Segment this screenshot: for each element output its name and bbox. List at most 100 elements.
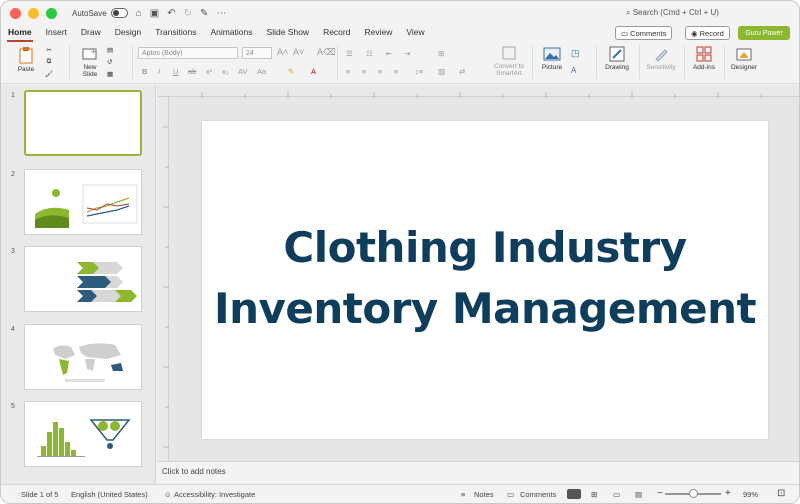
tab-transitions[interactable]: Transitions — [148, 25, 203, 43]
text-align-icon[interactable]: ⊞ — [438, 49, 444, 58]
undo-icon[interactable]: ↶ — [167, 8, 175, 19]
format-painter-icon[interactable]: ✎ — [200, 8, 208, 19]
copy-icon[interactable]: ⧉ — [43, 58, 55, 66]
new-slide-button[interactable]: + New Slide — [77, 46, 103, 78]
italic-icon[interactable]: I — [158, 67, 160, 76]
slide-4-preview — [53, 343, 123, 382]
zoom-in-icon[interactable]: + — [725, 488, 731, 499]
accessibility-label[interactable]: Accessibility: Investigate — [174, 490, 255, 499]
slideshow-icon[interactable]: ▤ — [635, 490, 642, 499]
autosave-toggle[interactable] — [110, 8, 128, 18]
tab-review[interactable]: Review — [357, 25, 399, 43]
decrease-font-icon[interactable]: A˅ — [293, 47, 304, 57]
thumbnail-slide-5[interactable] — [24, 401, 142, 467]
align-center-icon[interactable]: ≡ — [362, 67, 366, 76]
layout-icon[interactable]: ▤ — [107, 46, 113, 54]
bold-icon[interactable]: B — [142, 67, 147, 76]
char-spacing-icon[interactable]: AV — [238, 67, 247, 76]
section-icon[interactable]: ▦ — [107, 70, 113, 78]
normal-view-icon[interactable] — [567, 489, 581, 499]
underline-icon[interactable]: U — [173, 67, 178, 76]
increase-font-icon[interactable]: A˄ — [277, 47, 288, 57]
zoom-button[interactable] — [46, 7, 57, 19]
tab-record[interactable]: Record — [316, 25, 357, 43]
notes-button[interactable]: Notes — [474, 490, 494, 499]
fit-to-window-icon[interactable]: ⊡ — [777, 488, 785, 499]
slide-2-preview — [35, 184, 138, 228]
search-field[interactable]: ⌕ Search (Cmd + Ctrl + U) — [626, 8, 719, 18]
tab-animations[interactable]: Animations — [203, 25, 259, 43]
bullets-icon[interactable]: ☰ — [346, 49, 353, 58]
convert-smartart-button[interactable]: Convert to SmartArt — [491, 45, 527, 77]
comments-status-button[interactable]: Comments — [520, 490, 556, 499]
change-case-icon[interactable]: Aa — [257, 67, 266, 76]
drawing-button[interactable]: Drawing — [602, 46, 632, 71]
add-ins-button[interactable]: Add-ins — [689, 46, 719, 71]
reset-icon[interactable]: ↺ — [107, 58, 112, 66]
guru-power-button[interactable]: Guru Power — [738, 26, 790, 40]
record-button[interactable]: ◉ Record — [685, 26, 730, 40]
line-spacing-icon[interactable]: ↕≡ — [415, 67, 423, 76]
language-label[interactable]: English (United States) — [71, 490, 148, 499]
font-name-select[interactable]: Aptos (Body) — [138, 47, 238, 59]
numbering-icon[interactable]: ☷ — [366, 49, 373, 58]
reading-view-icon[interactable]: ▭ — [613, 490, 620, 499]
close-button[interactable] — [10, 7, 21, 19]
textbox-icon[interactable]: A — [571, 66, 576, 75]
notes-icon: ≡ — [461, 490, 466, 499]
sensitivity-icon — [655, 49, 668, 62]
slide-5-preview — [37, 419, 131, 457]
thumbnail-slide-4[interactable] — [24, 324, 142, 390]
slide-canvas[interactable]: Clothing Industry Inventory Management — [202, 121, 768, 439]
thumbnail-slide-3[interactable] — [24, 246, 142, 312]
font-color-icon[interactable]: A — [311, 67, 316, 76]
comments-button[interactable]: ▭ Comments — [615, 26, 673, 40]
cut-icon[interactable]: ✂ — [43, 46, 55, 54]
zoom-slider-knob[interactable] — [689, 489, 698, 498]
justify-icon[interactable]: ≡ — [394, 67, 398, 76]
text-direction-icon[interactable]: ⇄ — [459, 67, 465, 76]
subscript-icon[interactable]: x₂ — [222, 67, 229, 76]
tab-home[interactable]: Home — [1, 25, 39, 43]
slide-sorter-icon[interactable]: ⊞ — [591, 490, 597, 499]
shapes-icon[interactable]: ◳ — [571, 48, 580, 59]
superscript-icon[interactable]: x² — [206, 67, 212, 76]
clear-format-icon[interactable]: A⌫ — [317, 47, 336, 58]
strikethrough-icon[interactable]: ab — [188, 67, 196, 76]
home-icon[interactable]: ⌂ — [136, 8, 142, 19]
decrease-indent-icon[interactable]: ⇤ — [386, 49, 392, 58]
paste-button[interactable]: Paste — [13, 46, 39, 73]
autosave-label: AutoSave — [72, 8, 107, 18]
slide-thumbnails-pane: 1 2 3 4 5 — [1, 85, 156, 485]
tab-insert[interactable]: Insert — [39, 25, 74, 43]
add-ins-icon — [696, 46, 712, 62]
align-left-icon[interactable]: ≡ — [346, 67, 350, 76]
notes-pane[interactable]: Click to add notes — [157, 461, 799, 483]
sensitivity-button[interactable]: Sensitivity — [643, 46, 679, 71]
slide-title[interactable]: Clothing Industry Inventory Management — [202, 217, 768, 339]
designer-icon — [736, 48, 752, 61]
font-size-select[interactable]: 24 — [242, 47, 272, 59]
title-line-2: Inventory Management — [213, 284, 757, 333]
zoom-out-icon[interactable]: − — [657, 488, 663, 499]
align-right-icon[interactable]: ≡ — [378, 67, 382, 76]
save-icon[interactable]: ▣ — [150, 8, 159, 19]
redo-icon[interactable]: ↻ — [184, 8, 192, 19]
designer-button[interactable]: Designer — [728, 46, 760, 71]
format-brush-icon[interactable]: 🖌 — [43, 70, 55, 78]
picture-button[interactable]: Picture — [538, 47, 566, 71]
thumbnail-slide-2[interactable] — [24, 169, 142, 235]
columns-icon[interactable]: ▥ — [438, 67, 445, 76]
tab-slide-show[interactable]: Slide Show — [260, 25, 317, 43]
minimize-button[interactable] — [28, 7, 39, 19]
tab-design[interactable]: Design — [108, 25, 148, 43]
thumbnail-slide-1[interactable] — [24, 90, 142, 156]
increase-indent-icon[interactable]: ⇥ — [404, 49, 410, 58]
ribbon-tabs: Home Insert Draw Design Transitions Anim… — [1, 25, 799, 43]
tab-draw[interactable]: Draw — [74, 25, 108, 43]
more-icon[interactable]: ⋯ — [216, 8, 226, 19]
tab-view[interactable]: View — [399, 25, 431, 43]
highlight-icon[interactable]: ✎ — [288, 67, 294, 76]
powerpoint-window: AutoSave ⌂ ▣ ↶ ↻ ✎ ⋯ ⌕ Search (Cmd + Ctr… — [0, 0, 800, 504]
zoom-level[interactable]: 99% — [743, 490, 758, 499]
